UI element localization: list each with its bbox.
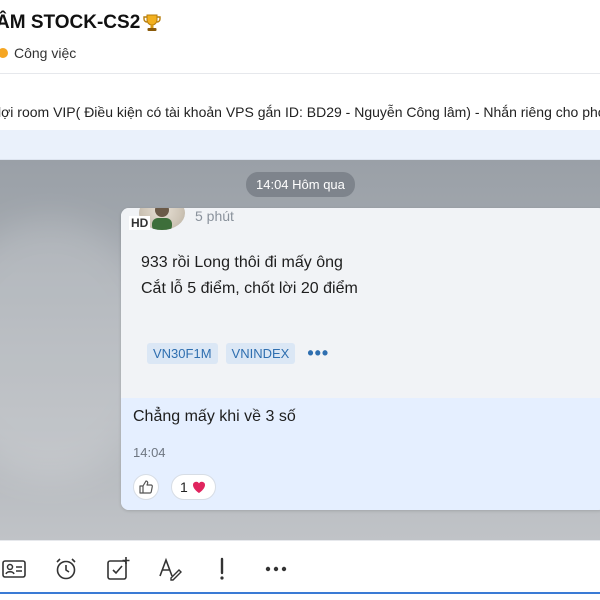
reply-message[interactable]: Chẳng mấy khi về 3 số 14:04 1 bbox=[121, 398, 600, 510]
priority-icon[interactable] bbox=[208, 555, 236, 583]
quoted-message[interactable]: HD 5 phút 933 rồi Long thôi đi mấy ông C… bbox=[121, 208, 600, 398]
tag-vn30f1m[interactable]: VN30F1M bbox=[147, 343, 218, 364]
chat-header: ÂM STOCK-CS2 Công việc bbox=[0, 0, 600, 74]
more-icon[interactable] bbox=[262, 555, 290, 583]
task-check-icon[interactable] bbox=[104, 555, 132, 583]
reply-time: 14:04 bbox=[133, 445, 166, 460]
tag-vnindex[interactable]: VNINDEX bbox=[225, 343, 296, 364]
alarm-clock-icon[interactable] bbox=[52, 555, 80, 583]
heart-icon bbox=[192, 481, 205, 493]
reply-text: Chẳng mấy khi về 3 số bbox=[133, 408, 296, 425]
pinned-message-text: lợi room VIP( Điều kiện có tài khoản VPS… bbox=[0, 104, 600, 120]
heart-reaction[interactable]: 1 bbox=[171, 474, 216, 500]
tag-list: VN30F1M VNINDEX ••• bbox=[147, 343, 329, 364]
like-button[interactable] bbox=[133, 474, 159, 500]
chat-area[interactable]: 14:04 Hôm qua HD 5 phút 933 rồi Long thô… bbox=[0, 160, 600, 540]
group-category[interactable]: Công việc bbox=[0, 45, 76, 61]
date-separator: 14:04 Hôm qua bbox=[246, 172, 355, 197]
group-category-label: Công việc bbox=[14, 45, 77, 61]
trophy-icon bbox=[142, 13, 162, 33]
group-title-text: ÂM STOCK-CS2 bbox=[0, 12, 141, 33]
composer-toolbar bbox=[0, 540, 600, 600]
message-time-ago: 5 phút bbox=[195, 208, 234, 224]
reaction-count: 1 bbox=[180, 479, 188, 495]
contact-card-icon[interactable] bbox=[0, 555, 28, 583]
pinned-message[interactable]: lợi room VIP( Điều kiện có tài khoản VPS… bbox=[0, 74, 600, 130]
focus-underline bbox=[0, 592, 600, 594]
status-dot bbox=[0, 48, 8, 58]
message-card[interactable]: HD 5 phút 933 rồi Long thôi đi mấy ông C… bbox=[121, 208, 600, 510]
thumbs-up-icon bbox=[139, 480, 153, 494]
pinned-bar bbox=[0, 130, 600, 160]
hd-badge: HD bbox=[129, 216, 151, 230]
message-line-2: Cắt lỗ 5 điểm, chốt lời 20 điểm bbox=[141, 280, 358, 297]
group-title[interactable]: ÂM STOCK-CS2 bbox=[0, 12, 162, 34]
message-line-1: 933 rồi Long thôi đi mấy ông bbox=[141, 254, 343, 271]
more-tags-button[interactable]: ••• bbox=[307, 343, 329, 364]
text-format-icon[interactable] bbox=[156, 555, 184, 583]
